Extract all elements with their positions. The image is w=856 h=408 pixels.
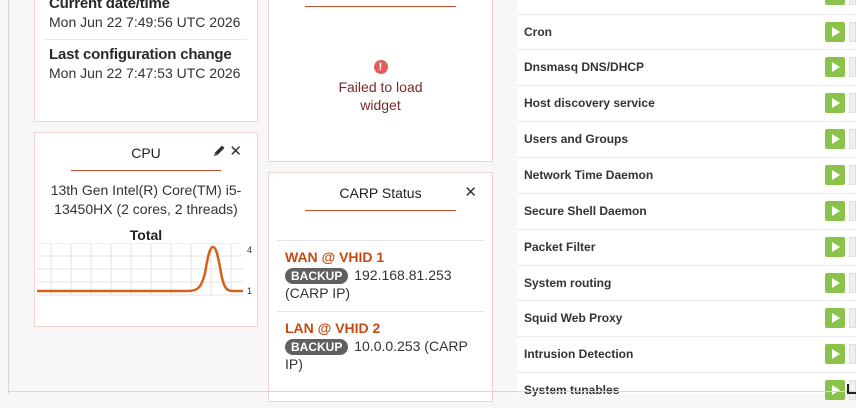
divider [45, 39, 247, 40]
list-item: Host discovery service [517, 85, 856, 121]
service-name: Network Time Daemon [524, 168, 654, 182]
service-action-button[interactable] [849, 308, 856, 328]
divider [277, 311, 484, 312]
status-badge: BACKUP [285, 339, 349, 355]
service-name: System tunables [524, 383, 620, 397]
cpu-widget-header: CPU ✕ [35, 133, 257, 171]
content-left-border [8, 0, 9, 394]
header-underline [305, 6, 456, 7]
carp-item: WAN @ VHID 1 BACKUP 192.168.81.253 (CARP… [285, 248, 484, 302]
start-service-button[interactable] [825, 0, 845, 5]
service-action-button[interactable] [849, 201, 856, 221]
service-name: Users and Groups [524, 132, 629, 146]
list-item: Packet Filter [517, 229, 856, 265]
divider [277, 240, 484, 241]
service-name: Packet Filter [524, 240, 596, 254]
service-name: Squid Web Proxy [524, 311, 623, 325]
carp-interface-link[interactable]: WAN @ VHID 1 [285, 248, 484, 266]
service-action-button[interactable] [849, 57, 856, 77]
service-name: Secure Shell Daemon [524, 204, 647, 218]
service-name: Host discovery service [524, 96, 655, 110]
carp-item: LAN @ VHID 2 BACKUP 10.0.0.253 (CARP IP) [285, 319, 484, 373]
service-action-button[interactable] [849, 0, 856, 5]
start-service-button[interactable] [825, 129, 845, 149]
start-service-button[interactable] [825, 93, 845, 113]
service-name: Cron [524, 25, 552, 39]
list-item: Secure Shell Daemon [517, 193, 856, 229]
failed-message: Failed to load widget [269, 78, 492, 114]
list-item: Squid Web Proxy [517, 300, 856, 336]
close-icon[interactable]: ✕ [464, 183, 477, 201]
start-service-button[interactable] [825, 344, 845, 364]
list-item: System routing [517, 265, 856, 301]
header-underline [71, 170, 221, 171]
resize-handle[interactable] [847, 384, 856, 394]
carp-widget-title: CARP Status [339, 185, 422, 201]
start-service-button[interactable] [825, 165, 845, 185]
failed-widget: ! Failed to load widget [268, 0, 493, 162]
bottom-border [8, 391, 856, 392]
list-item: Intrusion Detection [517, 336, 856, 372]
y-axis-max-label: 4 [247, 245, 252, 255]
cpu-model: 13th Gen Intel(R) Core(TM) i5-13450HX (2… [50, 182, 242, 217]
start-service-button[interactable] [825, 237, 845, 257]
services-widget: Cron Dnsmasq DNS/DHCP Host discovery ser… [517, 0, 856, 400]
service-action-button[interactable] [849, 129, 856, 149]
cpu-usage-graph: 4 1 [37, 243, 252, 296]
start-service-button[interactable] [825, 57, 845, 77]
service-action-button[interactable] [849, 273, 856, 293]
list-item [517, 0, 856, 14]
list-item: System tunables [517, 372, 856, 408]
close-icon[interactable]: ✕ [229, 142, 242, 160]
last-config-change-value: Mon Jun 22 7:47:53 UTC 2026 [49, 65, 241, 81]
cpu-graph-title: Total [129, 227, 163, 243]
current-datetime-label: Current date/time [49, 0, 170, 12]
service-name: Dnsmasq DNS/DHCP [524, 60, 645, 74]
service-action-button[interactable] [849, 237, 856, 257]
cpu-widget: CPU ✕ 13th Gen Intel(R) Core(TM) i5-1345… [34, 132, 258, 327]
service-name: System routing [524, 276, 612, 290]
failed-message-container: ! Failed to load widget [269, 57, 492, 114]
service-name: Intrusion Detection [524, 347, 634, 361]
service-action-button[interactable] [849, 344, 856, 364]
carp-status-widget: CARP Status ✕ WAN @ VHID 1 BACKUP 192.16… [268, 172, 493, 402]
last-config-change-label: Last configuration change [49, 46, 232, 63]
carp-interface-link[interactable]: LAN @ VHID 2 [285, 319, 484, 337]
failed-message-text: Failed to load widget [338, 79, 423, 113]
carp-widget-header: CARP Status ✕ [269, 173, 492, 211]
list-item: Dnsmasq DNS/DHCP [517, 49, 856, 85]
y-axis-min-label: 1 [247, 286, 252, 296]
pencil-icon[interactable] [213, 144, 226, 162]
error-icon: ! [373, 60, 388, 74]
start-service-button[interactable] [825, 22, 845, 42]
current-datetime-value: Mon Jun 22 7:49:56 UTC 2026 [49, 14, 241, 30]
system-information-widget: Current date/time Mon Jun 22 7:49:56 UTC… [34, 0, 258, 122]
start-service-button[interactable] [825, 380, 845, 400]
status-badge: BACKUP [285, 268, 349, 284]
service-action-button[interactable] [849, 165, 856, 185]
start-service-button[interactable] [825, 273, 845, 293]
start-service-button[interactable] [825, 201, 845, 221]
list-item: Cron [517, 14, 856, 50]
list-item: Users and Groups [517, 121, 856, 157]
header-underline [305, 210, 456, 211]
list-item: Network Time Daemon [517, 157, 856, 193]
service-action-button[interactable] [849, 93, 856, 113]
service-action-button[interactable] [849, 22, 856, 42]
start-service-button[interactable] [825, 308, 845, 328]
